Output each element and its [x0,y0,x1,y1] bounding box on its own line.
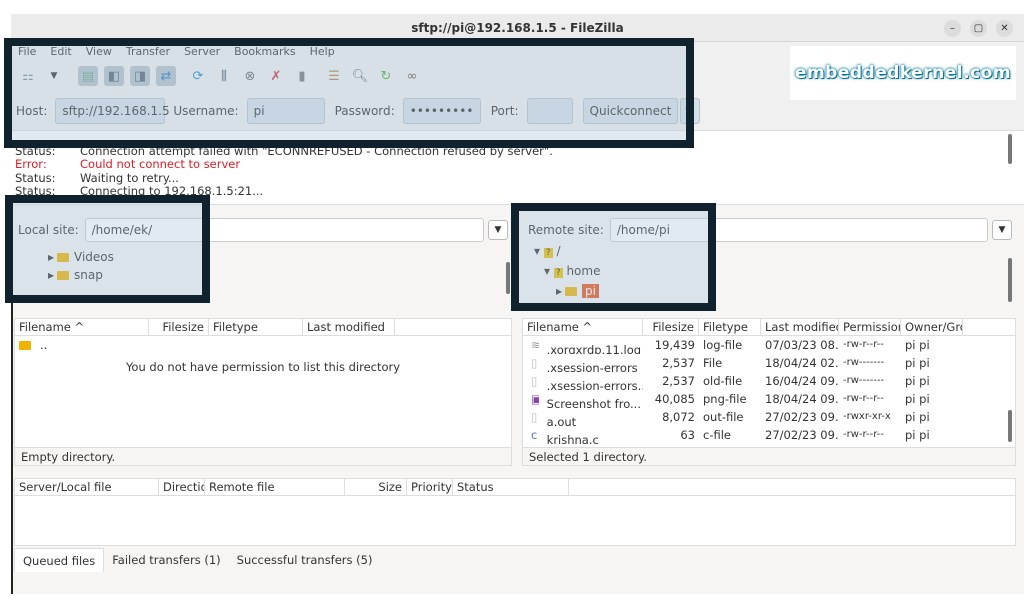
col-filename[interactable]: Filename ^ [523,319,643,335]
minimize-button[interactable]: – [944,20,961,37]
log-file-icon: ≋ [531,338,539,352]
file-permission: -rwxr-xr-x [843,411,891,422]
remote-file-list: Filename ^ Filesize Filetype Last modifi… [522,318,1016,466]
maximize-button[interactable]: ▢ [970,20,987,37]
col-remote-file[interactable]: Remote file [205,479,345,495]
file-row[interactable]: c krishna.c 63 c-file 27/02/23 09... -rw… [523,426,1015,444]
folder-icon [19,341,31,350]
file-modified: 27/02/23 09... [765,428,839,442]
queue-tabs: Queued files Failed transfers (1) Succes… [14,548,380,572]
col-status[interactable]: Status [453,479,569,495]
file-owner: pi pi [905,356,930,370]
file-size: 19,439 [654,338,695,352]
tab-queued-files[interactable]: Queued files [14,548,105,572]
local-tree-scrollbar[interactable] [506,262,510,294]
col-priority[interactable]: Priority [407,479,453,495]
tab-successful-transfers[interactable]: Successful transfers (5) [229,548,381,572]
file-owner: pi pi [905,374,930,388]
log-line-error: Error: Could not connect to server [15,157,241,172]
file-row[interactable]: ▯ .xsession-errors 2,537 File 18/04/24 0… [523,354,1015,372]
window-title: sftp://pi@192.168.1.5 - FileZilla [411,21,624,35]
local-status: Empty directory. [15,447,511,465]
local-file-list: Filename ^ Filesize Filetype Last modifi… [14,318,512,466]
file-permission: -rw-r--r-- [843,339,884,350]
col-last-modified[interactable]: Last modified [303,319,395,335]
file-permission: -rw-r--r-- [843,393,884,404]
col-server-local-file[interactable]: Server/Local file [15,479,159,495]
file-type: out-file [703,410,744,424]
col-last-modified[interactable]: Last modified [761,319,839,335]
file-modified: 18/04/24 09... [765,392,839,406]
file-size: 40,085 [654,392,695,406]
file-permission: -rw-r--r-- [843,429,884,440]
file-row[interactable]: ▣ Screenshot fro... 40,085 png-file 18/0… [523,390,1015,408]
log-line: Status: Waiting to retry... [15,170,179,185]
file-modified: 18/04/24 02... [765,356,839,370]
file-size: 2,537 [662,374,695,388]
list-item-parent[interactable]: .. [15,336,511,354]
file-icon: ▯ [531,356,538,370]
file-row[interactable]: ≋ .xorgxrdp.11.log 19,439 log-file 07/03… [523,336,1015,354]
log-scrollbar[interactable] [1008,134,1012,164]
col-filetype[interactable]: Filetype [209,319,303,335]
c-file-icon: c [531,428,538,442]
highlight-box-toolbar [4,38,694,148]
col-filesize[interactable]: Filesize [149,319,209,335]
tab-failed-transfers[interactable]: Failed transfers (1) [104,548,228,572]
file-size: 63 [680,428,695,442]
file-owner: pi pi [905,428,930,442]
file-permission: -rw------- [843,375,885,386]
highlight-box-local-site [5,195,210,303]
file-type: log-file [703,338,743,352]
file-type: File [703,356,723,370]
file-owner: pi pi [905,338,930,352]
file-modified: 27/02/23 09... [765,410,839,424]
local-path-dropdown[interactable]: ▼ [488,220,508,240]
remote-list-scrollbar[interactable] [1008,410,1012,442]
col-filetype[interactable]: Filetype [699,319,761,335]
col-direction[interactable]: Directio [159,479,205,495]
file-size: 2,537 [662,356,695,370]
file-row[interactable]: ▯ .xsession-errors... 2,537 old-file 16/… [523,372,1015,390]
close-button[interactable]: ✕ [996,20,1013,37]
highlight-box-remote-site [511,203,716,311]
file-owner: pi pi [905,392,930,406]
file-row[interactable]: ▯ a.out 8,072 out-file 27/02/23 09... -r… [523,408,1015,426]
file-icon: ▯ [531,374,538,388]
file-size: 8,072 [662,410,695,424]
file-type: png-file [703,392,747,406]
col-permission[interactable]: Permission [839,319,901,335]
transfer-queue: Server/Local file Directio Remote file S… [14,478,1016,546]
remote-tree-scrollbar[interactable] [1008,258,1012,302]
file-icon: ▯ [531,410,538,424]
file-type: c-file [703,428,731,442]
file-owner: pi pi [905,410,930,424]
remote-path-dropdown[interactable]: ▼ [992,220,1012,240]
file-modified: 16/04/24 09... [765,374,839,388]
image-icon: ▣ [531,392,539,406]
col-filesize[interactable]: Filesize [643,319,699,335]
col-owner-group[interactable]: Owner/Grou [901,319,963,335]
col-size[interactable]: Size [345,479,407,495]
col-filename[interactable]: Filename ^ [15,319,149,335]
remote-status: Selected 1 directory. [523,447,1015,465]
file-permission: -rw------- [843,357,885,368]
file-type: old-file [703,374,743,388]
embeddedkernel-logo: embeddedkernel.com [790,46,1016,100]
permission-message: You do not have permission to list this … [125,360,401,374]
file-modified: 07/03/23 08... [765,338,839,352]
